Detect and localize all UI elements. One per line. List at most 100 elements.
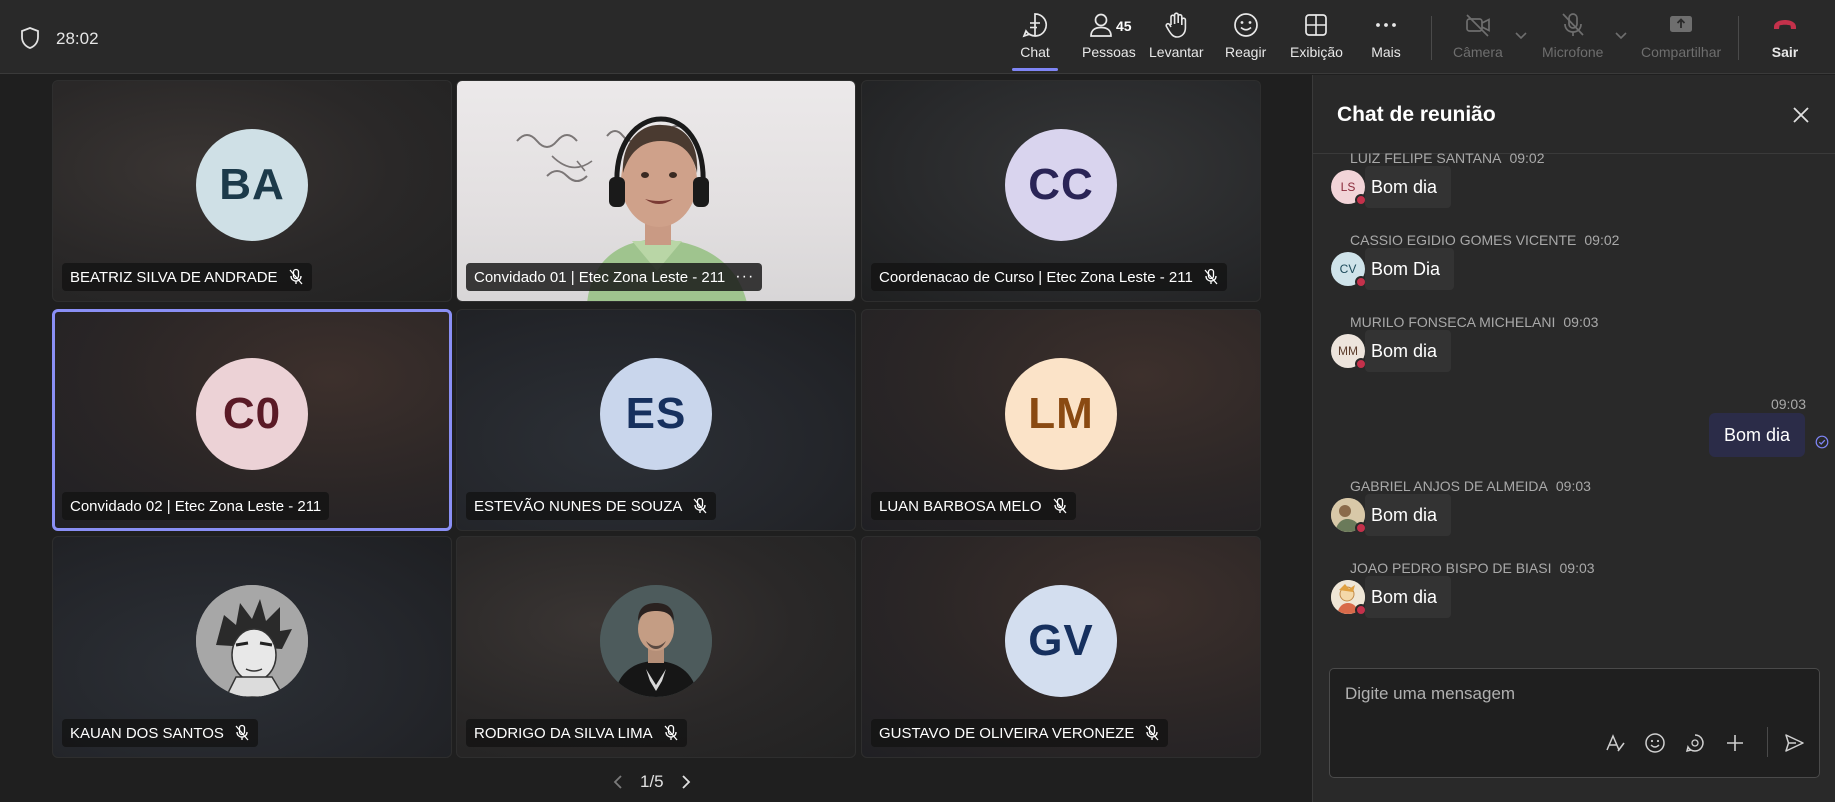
message-meta: LUIZ FELIPE SANTANA 09:02 (1350, 150, 1545, 166)
avatar-initials: CV (1339, 262, 1357, 276)
avatar: LM (1005, 358, 1117, 470)
message-sender: CASSIO EGIDIO GOMES VICENTE (1350, 232, 1577, 248)
more-label: Mais (1371, 44, 1401, 60)
composer-divider (1767, 727, 1768, 757)
avatar-initials: MM (1338, 344, 1358, 358)
message-time: 09:03 (1770, 396, 1806, 412)
avatar: BA (196, 129, 308, 241)
format-text-icon[interactable] (1603, 731, 1627, 755)
avatar: ES (600, 358, 712, 470)
share-screen-icon (1666, 10, 1696, 40)
chat-label: Chat (1020, 44, 1050, 60)
view-button[interactable]: Exibição (1290, 10, 1343, 68)
mic-off-icon (693, 497, 707, 514)
chevron-left-icon[interactable] (612, 774, 624, 790)
message-bubble: Bom dia (1708, 413, 1805, 457)
shield-icon (21, 27, 39, 49)
participant-name-tag: Convidado 01 | Etec Zona Leste - 211 ··· (466, 263, 763, 291)
microphone-label: Microfone (1542, 44, 1604, 60)
message-meta: CASSIO EGIDIO GOMES VICENTE 09:02 (1350, 232, 1619, 248)
mic-off-icon (1053, 497, 1067, 514)
grid-view-icon (1301, 10, 1331, 40)
participant-tile[interactable]: ES ESTEVÃO NUNES DE SOUZA (456, 309, 856, 531)
participant-tile[interactable]: KAUAN DOS SANTOS (52, 536, 452, 758)
message-meta: MURILO FONSECA MICHELANI 09:03 (1350, 314, 1598, 330)
participant-name-tag: LUAN BARBOSA MELO (871, 492, 1076, 520)
share-label: Compartilhar (1641, 44, 1722, 60)
chat-button[interactable]: Chat (1012, 10, 1058, 71)
message-sender: GABRIEL ANJOS DE ALMEIDA (1350, 478, 1548, 494)
leave-button[interactable]: Sair (1770, 10, 1800, 68)
chat-icon (1020, 10, 1050, 40)
share-button[interactable]: Compartilhar (1641, 10, 1721, 68)
message-meta: GABRIEL ANJOS DE ALMEIDA 09:03 (1350, 478, 1591, 494)
view-label: Exibição (1290, 44, 1343, 60)
gallery-pager: 1/5 (612, 772, 692, 792)
smile-icon (1231, 10, 1261, 40)
participant-tile[interactable]: CC Coordenacao de Curso | Etec Zona Lest… (861, 80, 1261, 302)
mic-off-icon (664, 724, 678, 741)
participant-name: Convidado 01 | Etec Zona Leste - 211 (474, 268, 726, 286)
participant-name: Coordenacao de Curso | Etec Zona Leste -… (879, 268, 1193, 286)
participant-tile[interactable]: LM LUAN BARBOSA MELO (861, 309, 1261, 531)
participant-tile-video[interactable]: Convidado 01 | Etec Zona Leste - 211 ··· (456, 80, 856, 302)
mic-options-chevron-icon[interactable] (1614, 31, 1628, 41)
participant-name: LUAN BARBOSA MELO (879, 497, 1042, 515)
emoji-icon[interactable] (1643, 731, 1667, 755)
people-count: 45 (1116, 18, 1132, 34)
meeting-chat-panel: Chat de reunião LUIZ FELIPE SANTANA 09:02… (1312, 75, 1835, 802)
participant-name: ESTEVÃO NUNES DE SOUZA (474, 497, 683, 515)
message-bubble: Bom dia (1365, 576, 1452, 618)
participant-tile[interactable]: RODRIGO DA SILVA LIMA (456, 536, 856, 758)
participant-name-tag: Convidado 02 | Etec Zona Leste - 211 (62, 492, 330, 520)
avatar-image (600, 585, 712, 697)
mic-off-icon (235, 724, 249, 741)
message-sender: LUIZ FELIPE SANTANA (1350, 150, 1502, 166)
message-input[interactable] (1345, 681, 1805, 707)
add-icon[interactable] (1723, 731, 1747, 755)
more-icon (1371, 10, 1401, 40)
message-sender: JOAO PEDRO BISPO DE BIASI (1350, 560, 1552, 576)
avatar: C0 (196, 358, 308, 470)
meeting-timer: 28:02 (56, 29, 99, 48)
people-button[interactable]: 45 Pessoas (1082, 10, 1136, 68)
react-label: Reagir (1225, 44, 1267, 60)
camera-off-icon (1463, 10, 1493, 40)
mic-off-icon (289, 268, 303, 285)
mic-off-icon (1558, 10, 1588, 40)
more-options-icon[interactable]: ··· (735, 268, 754, 286)
microphone-button[interactable]: Microfone (1542, 10, 1603, 68)
chevron-right-icon[interactable] (680, 774, 692, 790)
raise-hand-button[interactable]: Levantar (1149, 10, 1203, 68)
message-bubble: Bom dia (1365, 166, 1452, 208)
toolbar-divider (1738, 16, 1739, 60)
avatar: GV (1005, 585, 1117, 697)
message-time: 09:03 (1559, 560, 1595, 576)
people-label: Pessoas (1082, 44, 1136, 60)
participant-tile[interactable]: BA BEATRIZ SILVA DE ANDRADE (52, 80, 452, 302)
toolbar-divider (1431, 16, 1432, 60)
more-button[interactable]: Mais (1371, 10, 1401, 68)
participant-name-tag: RODRIGO DA SILVA LIMA (466, 719, 687, 747)
participant-name-tag: ESTEVÃO NUNES DE SOUZA (466, 492, 717, 520)
anime-portrait-image (196, 585, 308, 697)
hand-icon (1161, 10, 1191, 40)
meeting-toolbar: 28:02 Chat 45 Pessoas Levantar Reagir Ex… (0, 0, 1835, 74)
message-time: 09:02 (1584, 232, 1620, 248)
camera-options-chevron-icon[interactable] (1514, 31, 1528, 41)
participant-tile-active-speaker[interactable]: C0 Convidado 02 | Etec Zona Leste - 211 (52, 309, 452, 531)
participant-name-tag: KAUAN DOS SANTOS (62, 719, 258, 747)
avatar: CC (1005, 129, 1117, 241)
message-time: 09:03 (1563, 314, 1599, 330)
camera-button[interactable]: Câmera (1453, 10, 1503, 68)
loop-component-icon[interactable] (1683, 731, 1707, 755)
send-icon[interactable] (1782, 731, 1806, 755)
react-button[interactable]: Reagir (1225, 10, 1266, 68)
message-bubble: Bom Dia (1365, 248, 1455, 290)
avatar-image (196, 585, 308, 697)
avatar: LS (1331, 170, 1367, 206)
participant-tile[interactable]: GV GUSTAVO DE OLIVEIRA VERONEZE (861, 536, 1261, 758)
participant-name: GUSTAVO DE OLIVEIRA VERONEZE (879, 724, 1135, 742)
message-sender: MURILO FONSECA MICHELANI (1350, 314, 1556, 330)
close-icon[interactable] (1791, 105, 1811, 125)
